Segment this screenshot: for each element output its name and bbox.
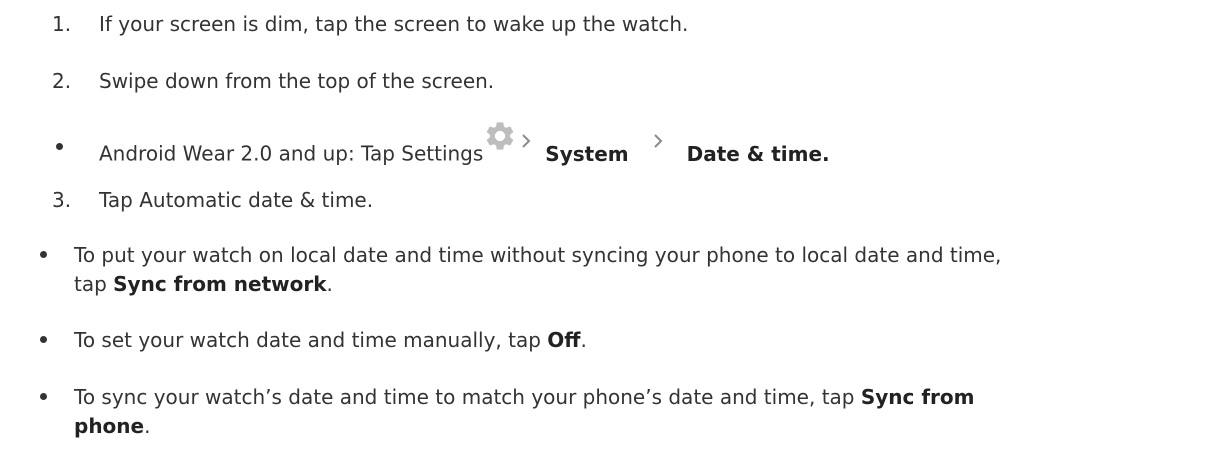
option-1-suffix: . (326, 272, 333, 296)
chevron-right-icon (651, 126, 665, 160)
system-label: System (545, 141, 629, 166)
option-2-prefix: To set your watch date and time manually… (74, 328, 548, 352)
option-1-line-2: tap Sync from network. (74, 270, 333, 298)
off-label: Off (547, 328, 581, 352)
option-2-bullet (40, 336, 47, 343)
gear-icon (483, 119, 517, 163)
android-wear-prefix: Android Wear 2.0 and up: Tap Settings (99, 141, 484, 166)
option-1-line-1: To put your watch on local date and time… (74, 243, 1002, 267)
step-1-text: If your screen is dim, tap the screen to… (99, 12, 689, 36)
option-3-line-2: phone. (74, 412, 150, 440)
date-time-label: Date & time. (686, 141, 830, 166)
option-3-bullet (40, 393, 47, 400)
instructions-document: 1. If your screen is dim, tap the screen… (0, 0, 1211, 469)
sync-from-phone-label-part-2: phone (74, 414, 145, 438)
step-2-text: Swipe down from the top of the screen. (99, 69, 495, 93)
option-2-line: To set your watch date and time manually… (74, 326, 587, 354)
step-3-text: Tap Automatic date & time. (99, 188, 374, 212)
sync-from-phone-label-part-1: Sync from (860, 385, 975, 409)
chevron-right-icon (519, 126, 533, 160)
step-1-number: 1. (52, 12, 72, 36)
option-2-suffix: . (580, 328, 587, 352)
sync-from-network-label: Sync from network (113, 272, 327, 296)
step-2-number: 2. (52, 69, 72, 93)
option-1-bullet (40, 251, 47, 258)
option-3-line-1: To sync your watch’s date and time to ma… (74, 383, 975, 411)
option-3-prefix: To sync your watch’s date and time to ma… (74, 385, 861, 409)
option-3-suffix: . (144, 414, 151, 438)
option-1-prefix: tap (74, 272, 114, 296)
step-3-number: 3. (52, 188, 72, 212)
android-wear-instruction: Android Wear 2.0 and up: Tap Settings Sy… (99, 122, 830, 167)
sub-bullet-dot (56, 143, 63, 150)
